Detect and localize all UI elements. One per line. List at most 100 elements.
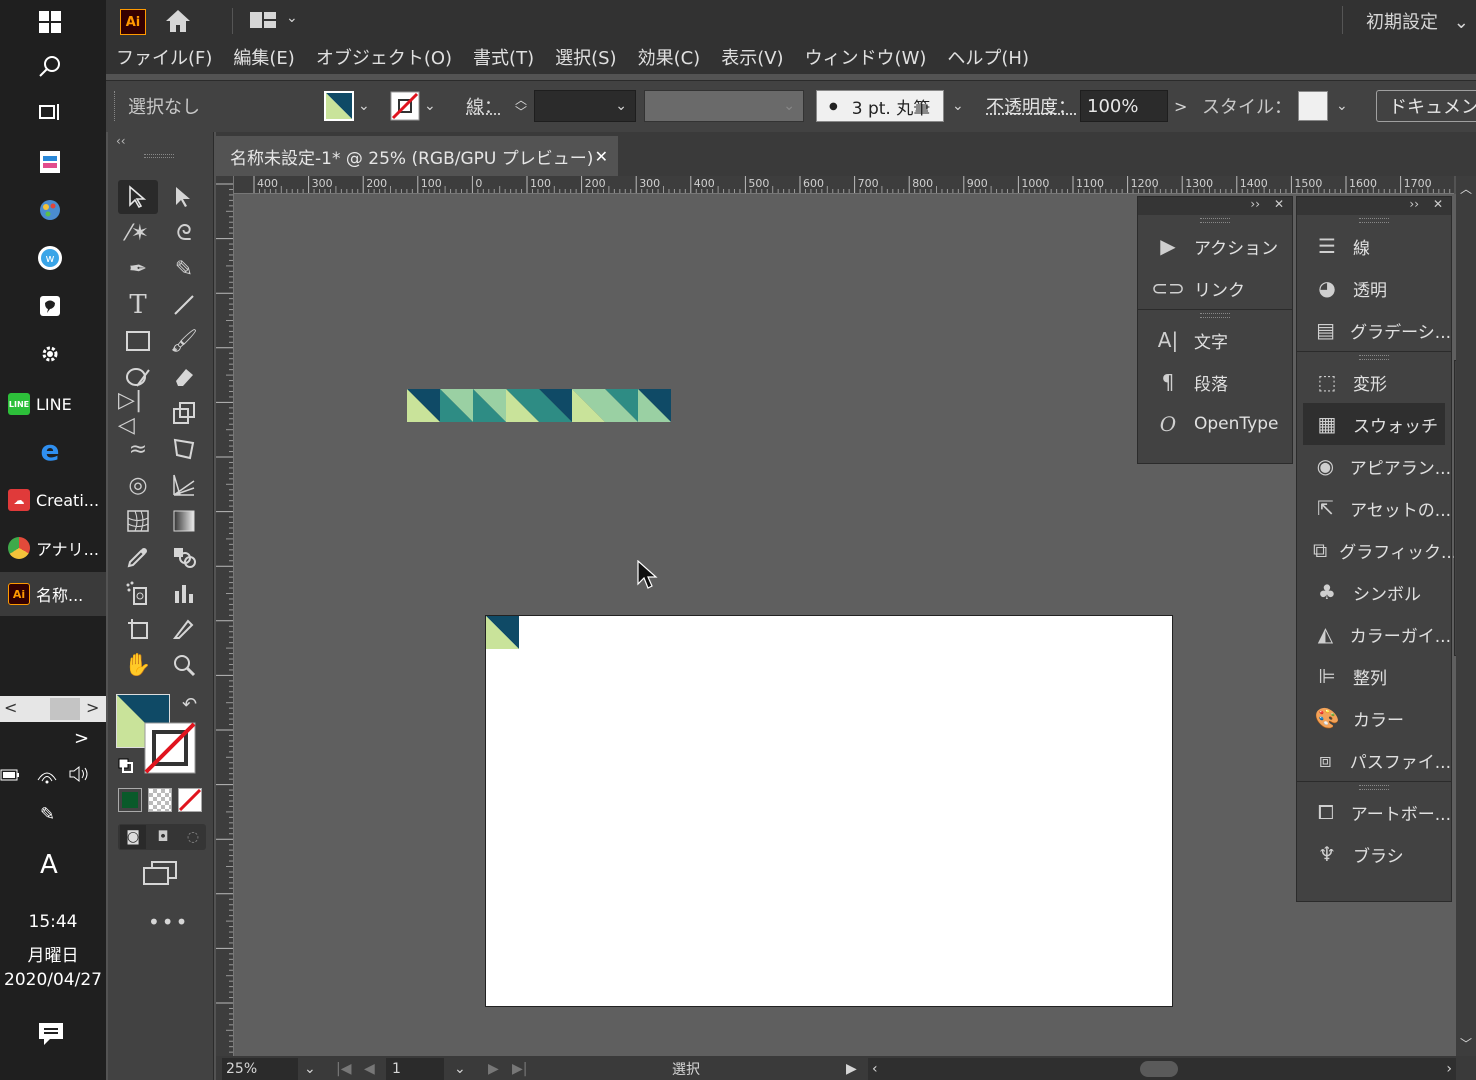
panel-appearance[interactable]: ◉ アピアラン... bbox=[1297, 445, 1451, 487]
chevron-down-icon[interactable]: ﹀ bbox=[1460, 1035, 1472, 1052]
menu-edit[interactable]: 編集(E) bbox=[233, 44, 294, 70]
eraser-tool[interactable] bbox=[164, 360, 204, 394]
pen-tool[interactable]: ✒ bbox=[118, 252, 158, 286]
stroke-color-swatch[interactable] bbox=[390, 90, 420, 122]
menu-effect[interactable]: 効果(C) bbox=[638, 44, 701, 70]
fill-color-swatch[interactable] bbox=[324, 90, 354, 122]
panel-brushes[interactable]: ♆ ブラシ bbox=[1297, 833, 1451, 875]
blend-tool[interactable] bbox=[164, 540, 204, 574]
panel-stroke[interactable]: ☰ 線 bbox=[1297, 225, 1451, 267]
color-mode-icon[interactable] bbox=[118, 788, 142, 812]
canvas-area[interactable]: ›› ✕ ▶ アクション ⊂⊃ リンク A| 文字 ¶ 段落 O OpenType ›› … bbox=[234, 194, 1456, 1056]
canvas-vertical-scrollbar[interactable]: ︿ ﹀ bbox=[1456, 176, 1476, 1056]
zoom-level-input[interactable]: 25% bbox=[222, 1058, 298, 1080]
panel-links[interactable]: ⊂⊃ リンク bbox=[1138, 267, 1292, 309]
taskbar-app-chrome[interactable]: アナリ... bbox=[0, 526, 106, 570]
close-icon[interactable]: ✕ bbox=[1274, 197, 1284, 211]
none-mode-icon[interactable] bbox=[178, 788, 202, 812]
app-icon-w[interactable]: w bbox=[36, 244, 64, 272]
document-tab[interactable]: 名称未設定-1* @ 25% (RGB/GPU プレビュー) ✕ bbox=[216, 136, 618, 176]
panel-character[interactable]: A| 文字 bbox=[1138, 319, 1292, 361]
gradient-tool[interactable] bbox=[164, 504, 204, 538]
app-icon-calendar[interactable] bbox=[36, 148, 64, 176]
panel-pathfinder[interactable]: ⧈ パスファイ... bbox=[1297, 739, 1451, 781]
notification-icon[interactable] bbox=[38, 1022, 64, 1051]
previous-artboard-icon[interactable]: ◀ bbox=[364, 1058, 375, 1080]
panel-dock-header[interactable]: ›› ✕ bbox=[1138, 197, 1292, 215]
taskbar-app-line[interactable]: LINE LINE bbox=[0, 382, 106, 426]
expand-panels-icon[interactable]: ›› bbox=[1250, 197, 1260, 211]
hand-tool[interactable]: ✋ bbox=[118, 648, 158, 682]
status-menu-icon[interactable]: ▶ bbox=[846, 1058, 857, 1080]
edit-toolbar-icon[interactable]: ••• bbox=[148, 910, 189, 934]
arrange-documents-icon[interactable] bbox=[250, 12, 278, 34]
chevron-left-icon[interactable]: ‹ bbox=[872, 1061, 878, 1077]
taskbar-app-creative-cloud[interactable]: ☁ Creati... bbox=[0, 478, 106, 522]
perspective-grid-tool[interactable] bbox=[164, 468, 204, 502]
panel-paragraph[interactable]: ¶ 段落 bbox=[1138, 361, 1292, 403]
panel-color-guide[interactable]: ◭ カラーガイ... bbox=[1297, 613, 1451, 655]
chevron-up-icon[interactable]: ︿ bbox=[1460, 180, 1472, 197]
horizontal-ruler[interactable]: 400 300 200 100 0 100 200 300 400 500 600 700 800 900… bbox=[234, 176, 1454, 194]
search-icon[interactable] bbox=[36, 52, 64, 80]
pattern-tile[interactable] bbox=[486, 616, 519, 649]
chevron-down-icon[interactable]: ⌄ bbox=[952, 90, 964, 122]
chevron-down-icon[interactable]: ⌄ bbox=[1336, 90, 1348, 122]
document-setup-button[interactable]: ドキュメン bbox=[1376, 90, 1476, 122]
column-graph-tool[interactable] bbox=[164, 576, 204, 610]
collapse-panel-icon[interactable]: ‹‹ bbox=[116, 134, 126, 148]
vertical-ruler[interactable] bbox=[216, 176, 234, 1056]
menu-type[interactable]: 書式(T) bbox=[473, 44, 534, 70]
selection-tool[interactable] bbox=[118, 180, 158, 214]
lasso-tool[interactable]: ᘓ bbox=[164, 216, 204, 250]
zoom-tool[interactable] bbox=[164, 648, 204, 682]
mesh-tool[interactable] bbox=[118, 504, 158, 538]
pattern-artwork[interactable] bbox=[407, 389, 671, 422]
edge-icon[interactable]: e bbox=[36, 434, 64, 467]
paintbrush-tool[interactable]: 🖌 bbox=[164, 324, 204, 358]
opacity-input[interactable]: 100% bbox=[1080, 90, 1168, 122]
chevron-down-icon[interactable]: ⌄ bbox=[454, 1058, 466, 1080]
first-artboard-icon[interactable]: |◀ bbox=[336, 1058, 351, 1080]
graphic-style-swatch[interactable] bbox=[1298, 91, 1328, 121]
expand-panels-icon[interactable]: ›› bbox=[1409, 197, 1419, 211]
panel-color[interactable]: 🎨 カラー bbox=[1297, 697, 1451, 739]
panel-graphic-styles[interactable]: ⧉ グラフィック... bbox=[1297, 529, 1456, 571]
width-tool[interactable]: ≈ bbox=[118, 432, 158, 466]
menu-select[interactable]: 選択(S) bbox=[555, 44, 616, 70]
rectangle-tool[interactable] bbox=[118, 324, 158, 358]
menu-view[interactable]: 表示(V) bbox=[721, 44, 783, 70]
shape-builder-tool[interactable]: ◎ bbox=[118, 468, 158, 502]
clock-time[interactable]: 15:44 bbox=[0, 912, 106, 932]
app-icon-chat[interactable] bbox=[36, 292, 64, 320]
panel-opentype[interactable]: O OpenType bbox=[1138, 403, 1292, 445]
stroke-stepper[interactable]: ︿ ﹀ bbox=[510, 90, 532, 122]
panel-align[interactable]: ⊫ 整列 bbox=[1297, 655, 1451, 697]
curvature-tool[interactable]: ✎ bbox=[164, 252, 204, 286]
artboard-tool[interactable] bbox=[118, 612, 158, 646]
stroke-weight-input[interactable]: ⌄ bbox=[534, 90, 636, 122]
type-tool[interactable]: T bbox=[118, 288, 158, 322]
variable-width-profile[interactable]: ⌄ bbox=[644, 90, 804, 122]
scroll-thumb[interactable] bbox=[1140, 1061, 1178, 1077]
panel-asset-export[interactable]: ⇱ アセットの... bbox=[1297, 487, 1451, 529]
pen-icon[interactable]: ✎ bbox=[40, 804, 55, 825]
close-icon[interactable]: ✕ bbox=[1433, 197, 1443, 211]
symbol-sprayer-tool[interactable] bbox=[118, 576, 158, 610]
slice-tool[interactable] bbox=[164, 612, 204, 646]
panel-artboards[interactable]: ⧠ アートボー... bbox=[1297, 791, 1451, 833]
canvas-horizontal-scrollbar[interactable]: ‹ › bbox=[868, 1058, 1456, 1080]
line-segment-tool[interactable] bbox=[164, 288, 204, 322]
battery-icon[interactable] bbox=[0, 766, 20, 787]
chevron-right-icon[interactable]: > bbox=[74, 728, 89, 749]
chevron-down-icon[interactable]: ⌄ bbox=[304, 1058, 316, 1080]
app-icon-paint[interactable] bbox=[36, 196, 64, 224]
reflect-tool[interactable]: ▷|◁ bbox=[118, 388, 158, 438]
panel-gradient[interactable]: ▤ グラデーシ... bbox=[1297, 309, 1451, 351]
free-transform-tool[interactable] bbox=[164, 432, 204, 466]
panel-symbols[interactable]: ♣ シンボル bbox=[1297, 571, 1451, 613]
ime-mode-icon[interactable]: A bbox=[40, 850, 58, 880]
brush-definition[interactable]: ● 3 pt. 丸筆 bbox=[816, 90, 944, 122]
taskbar-app-illustrator[interactable]: Ai 名称... bbox=[0, 572, 106, 616]
chevron-down-icon[interactable]: ⌄ bbox=[358, 90, 370, 122]
